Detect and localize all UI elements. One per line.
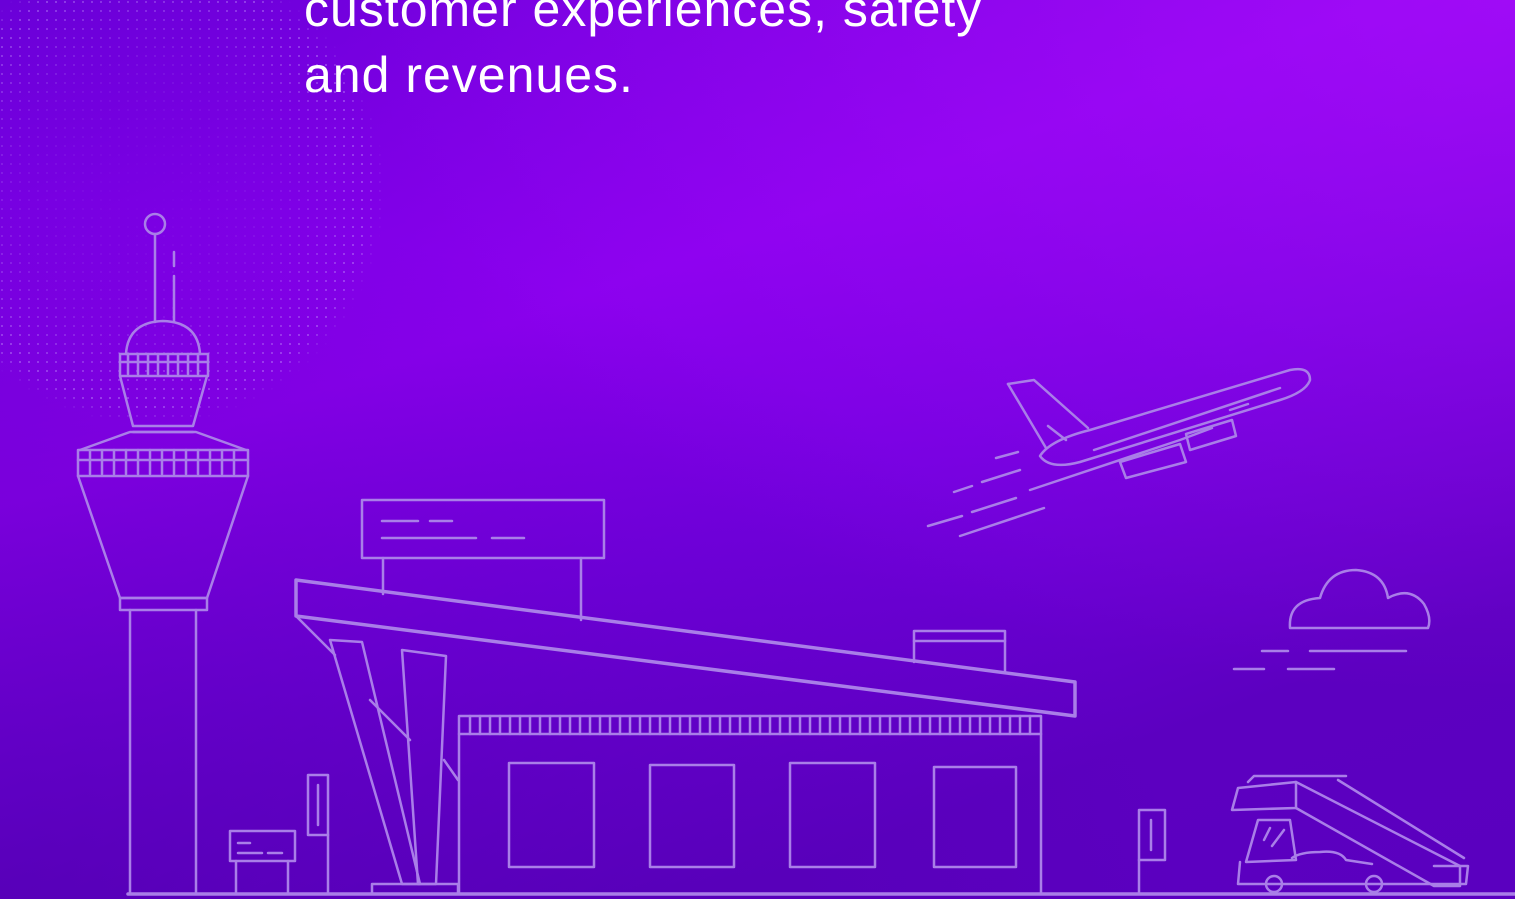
airplane-icon	[926, 367, 1312, 538]
post-icon	[306, 773, 330, 896]
sign-box-icon	[228, 829, 297, 896]
post-icon	[1137, 808, 1167, 896]
control-tower-icon	[76, 212, 250, 896]
terminal-building-icon	[294, 498, 1077, 896]
airport-illustration	[76, 212, 1515, 896]
boarding-stairs-icon	[1230, 774, 1470, 894]
cloud-icon	[1232, 568, 1431, 671]
